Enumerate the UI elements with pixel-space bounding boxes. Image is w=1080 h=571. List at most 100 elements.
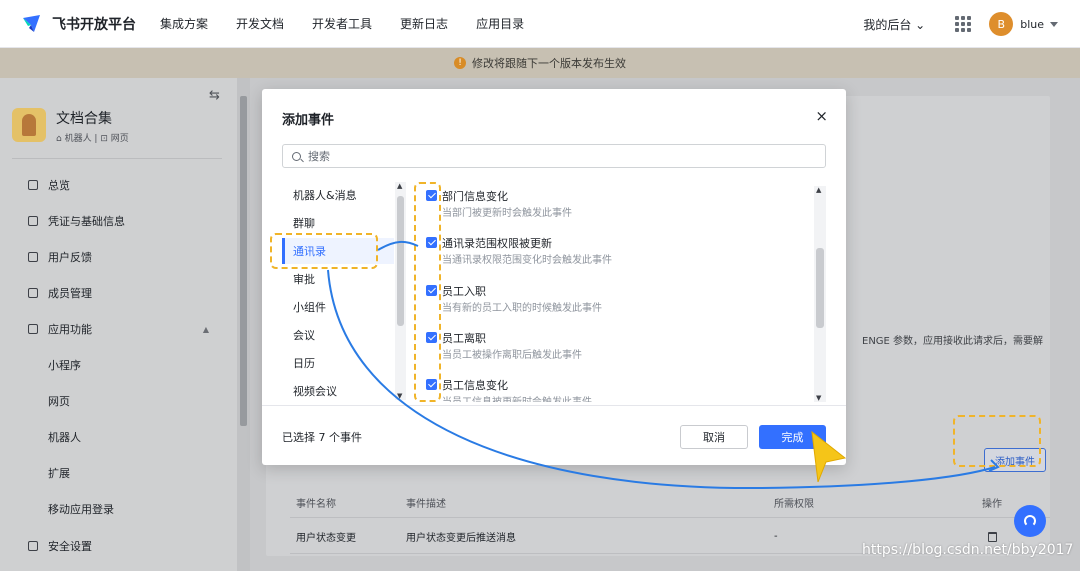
sidebar-item-label: 应用功能 [48, 323, 92, 336]
cancel-button[interactable]: 取消 [680, 425, 748, 449]
event-description: 当部门被更新时会触发此事件 [442, 208, 572, 219]
sidebar-item-mini-program[interactable]: 小程序 [0, 350, 237, 380]
watermark: https://blog.csdn.net/bby2017 [862, 542, 1074, 558]
event-title: 员工离职 [442, 332, 486, 345]
sidebar-scrollbar[interactable] [237, 78, 250, 571]
nav-item-changelog[interactable]: 更新日志 [400, 15, 448, 32]
sidebar-item-bot[interactable]: 机器人 [0, 422, 237, 452]
category-calendar[interactable]: 日历 [282, 350, 394, 376]
sidebar-item-label: 成员管理 [48, 287, 92, 300]
feedback-icon [28, 252, 38, 262]
app-grid-icon[interactable] [955, 16, 972, 32]
brand-logo[interactable]: 飞书开放平台 [20, 12, 136, 36]
nav-right: 我的后台 ⌄ B blue [863, 0, 1058, 48]
event-list-scrollbar[interactable]: ▲ ▼ [814, 186, 826, 402]
event-category-list: 机器人&消息 群聊 通讯录 审批 小组件 会议 日历 视频会议 [282, 182, 400, 400]
sidebar-item-members[interactable]: 成员管理 [0, 278, 237, 308]
add-event-modal: 添加事件 × 机器人&消息 群聊 通讯录 审批 小组件 会议 日历 视频会议 ▲… [262, 89, 846, 465]
my-backend-label: 我的后台 [863, 17, 912, 32]
highlight-checkboxes [414, 182, 441, 402]
scroll-up-icon[interactable]: ▲ [397, 182, 402, 190]
sidebar-item-label: 安全设置 [48, 540, 92, 553]
sidebar-item-webpage[interactable]: 网页 [0, 386, 237, 416]
event-description: 当员工信息被更新时会触发此事件 [442, 393, 592, 402]
collapse-sidebar-icon[interactable]: ⇆ [209, 88, 220, 103]
top-navbar: 飞书开放平台 集成方案 开发文档 开发者工具 更新日志 应用目录 我的后台 ⌄ … [0, 0, 1080, 48]
permission-cell: - [774, 531, 778, 542]
list-item[interactable]: 员工离职 当员工被操作离职后触发此事件 [422, 328, 802, 372]
sidebar-item-label: 凭证与基础信息 [48, 215, 125, 228]
selected-count: 已选择 7 个事件 [282, 431, 362, 444]
list-item[interactable]: 员工信息变化 当员工信息被更新时会触发此事件 [422, 375, 802, 402]
event-title: 员工信息变化 [442, 379, 508, 392]
sidebar-divider [12, 158, 222, 159]
chevron-down-icon: ⌄ [915, 17, 926, 32]
caret-down-icon[interactable] [1050, 21, 1058, 27]
event-description: 当通讯录权限范围变化时会触发此事件 [442, 255, 612, 266]
done-button[interactable]: 完成 [759, 425, 826, 449]
my-backend-menu[interactable]: 我的后台 ⌄ [863, 16, 925, 33]
nav-item-solutions[interactable]: 集成方案 [160, 15, 208, 32]
app-name: 文档合集 [56, 111, 112, 127]
scrollbar-thumb[interactable] [240, 96, 247, 426]
user-icon [28, 288, 38, 298]
sidebar-item-extensions[interactable]: 扩展 [0, 458, 237, 488]
trash-icon[interactable] [988, 531, 997, 542]
search-input[interactable] [308, 149, 808, 163]
nav-item-app-directory[interactable]: 应用目录 [476, 15, 524, 32]
col-event-desc: 事件描述 [406, 499, 446, 510]
scroll-up-icon[interactable]: ▲ [816, 186, 821, 194]
modal-footer: 已选择 7 个事件 取消 完成 [262, 405, 846, 465]
credential-icon [28, 216, 38, 226]
username[interactable]: blue [1020, 18, 1044, 31]
list-item[interactable]: 通讯录范围权限被更新 当通讯录权限范围变化时会触发此事件 [422, 233, 802, 277]
category-video-conference[interactable]: 视频会议 [282, 378, 394, 404]
headset-icon [1024, 515, 1036, 527]
search-icon [292, 151, 301, 161]
home-icon [28, 180, 38, 190]
close-icon[interactable]: × [815, 107, 828, 125]
sidebar-item-app-features[interactable]: 应用功能 ▲ [0, 314, 237, 344]
challenge-hint-text: ENGE 参数，应用接收此请求后，需要解 [862, 336, 1044, 347]
events-table-header: 事件名称 事件描述 所需权限 操作 [290, 488, 1050, 518]
event-title: 通讯录范围权限被更新 [442, 237, 552, 250]
scroll-down-icon[interactable]: ▼ [816, 394, 821, 402]
scrollbar-thumb[interactable] [397, 196, 404, 326]
app-avatar-icon [12, 108, 46, 142]
search-box[interactable] [282, 144, 826, 168]
list-item[interactable]: 员工入职 当有新的员工入职的时候触发此事件 [422, 281, 802, 325]
scroll-down-icon[interactable]: ▼ [397, 392, 402, 400]
highlight-add-event-button [953, 415, 1041, 467]
version-notice-banner: ! 修改将跟随下一个版本发布生效 [0, 48, 1080, 78]
scrollbar-thumb[interactable] [816, 248, 824, 328]
category-meeting[interactable]: 会议 [282, 322, 394, 348]
category-bot-message[interactable]: 机器人&消息 [282, 182, 394, 208]
sidebar-item-label: 总览 [48, 179, 70, 192]
sidebar-item-security[interactable]: 安全设置 [0, 531, 237, 561]
list-item[interactable]: 部门信息变化 当部门被更新时会触发此事件 [422, 186, 802, 230]
event-name-cell: 用户状态变更 [296, 533, 356, 544]
nav-item-docs[interactable]: 开发文档 [236, 15, 284, 32]
event-desc-cell: 用户状态变更后推送消息 [406, 533, 516, 544]
nav-item-devtools[interactable]: 开发者工具 [312, 15, 372, 32]
category-scrollbar[interactable]: ▲ ▼ [395, 182, 406, 400]
category-widget[interactable]: 小组件 [282, 294, 394, 320]
apps-icon [28, 324, 38, 334]
sidebar-item-overview[interactable]: 总览 [0, 170, 237, 200]
sidebar-item-credentials[interactable]: 凭证与基础信息 [0, 206, 237, 236]
feishu-logo-icon [23, 14, 40, 32]
event-list: 部门信息变化 当部门被更新时会触发此事件 通讯录范围权限被更新 当通讯录权限范围… [422, 186, 812, 402]
avatar[interactable]: B [989, 12, 1014, 36]
chevron-up-icon: ▲ [202, 324, 209, 334]
event-description: 当员工被操作离职后触发此事件 [442, 350, 582, 361]
help-headset-button[interactable] [1014, 505, 1046, 537]
app-header: 文档合集 ⌂ 机器人 | ⊡ 网页 [12, 108, 129, 144]
warning-icon: ! [454, 57, 466, 69]
event-description: 当有新的员工入职的时候触发此事件 [442, 303, 602, 314]
sidebar-item-mobile-login[interactable]: 移动应用登录 [0, 494, 237, 524]
category-approval[interactable]: 审批 [282, 266, 394, 292]
sidebar-item-feedback[interactable]: 用户反馈 [0, 242, 237, 272]
modal-title: 添加事件 [282, 113, 335, 128]
event-title: 部门信息变化 [442, 190, 508, 203]
event-title: 员工入职 [442, 285, 486, 298]
